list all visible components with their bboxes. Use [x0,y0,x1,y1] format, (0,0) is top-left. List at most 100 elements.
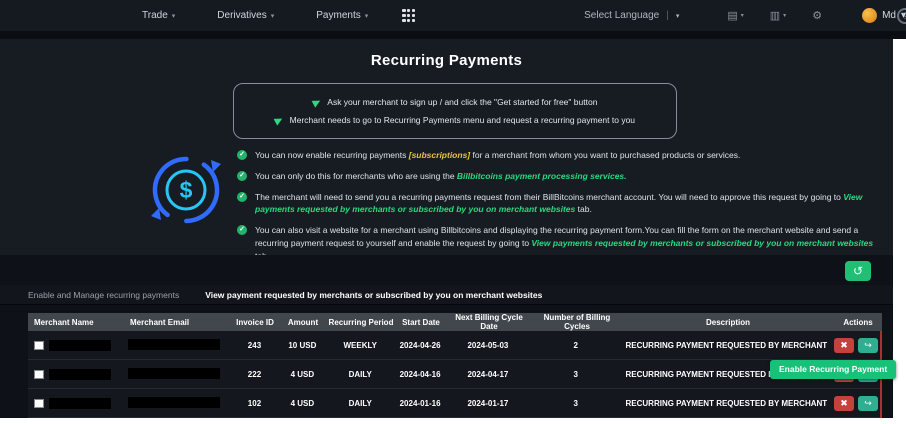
svg-text:$: $ [180,177,193,203]
col-next-billing-cycle: Next Billing Cycle Date [455,313,523,331]
bullet-text: You can only do this for merchants who a… [255,170,627,181]
actions-cell: ✖ ↪ [832,395,880,411]
invoice-id-cell: 102 [247,398,262,408]
chevron-down-icon: ▾ [364,12,369,20]
nav-item-trade[interactable]: Trade ▾ [142,10,175,21]
start-date-cell: 2024-04-16 [399,369,441,379]
chevron-down-icon: ▾ [783,13,787,19]
col-description: Description [705,317,750,327]
enable-recurring-tooltip: Enable Recurring Payment [770,360,897,379]
col-recurring-period: Recurring Period [328,317,394,327]
enable-payment-button[interactable]: ↪ [858,395,879,411]
language-selector[interactable]: Select Language | ▾ [584,10,679,21]
row-checkbox[interactable] [34,398,44,408]
cycles-cell: 2 [573,340,578,350]
chevron-down-icon: ▾ [740,13,744,19]
bullet-text: The merchant will need to send you a rec… [255,191,863,215]
start-date-cell: 2024-01-16 [399,398,441,408]
header-divider [0,31,906,39]
check-icon: ✓ [237,225,247,235]
cycles-cell: 3 [573,369,578,379]
orders-menu[interactable]: ▥ ▾ [770,9,786,22]
row-checkbox[interactable] [34,369,44,379]
settings-button[interactable]: ⚙ [812,9,822,22]
description-cell: RECURRING PAYMENT REQUESTED BY MERCHANT [625,398,828,408]
amount-cell: 10 USD [288,340,317,350]
nav-item-derivatives[interactable]: Derivatives ▾ [217,10,274,21]
period-cell: DAILY [348,369,372,379]
top-nav: Trade ▾ Derivatives ▾ Payments ▾ Select … [0,0,906,31]
user-name: Md [882,10,896,21]
nav-item-label: Trade [142,10,168,21]
list-item: ✓ You can now enable recurring payments … [237,149,887,162]
nav-item-label: Payments [316,10,361,21]
paper-plane-icon: ▶ [272,113,285,127]
cancel-payment-button[interactable]: ✖ [834,395,855,411]
redacted-merchant-email [127,367,220,379]
wallet-icon: ▤ [727,10,738,22]
period-cell: WEEKLY [343,340,377,350]
page-title: Recurring Payments [370,52,523,69]
divider: | [666,10,669,21]
recurring-payments-table: Merchant Name Merchant Email Invoice ID … [28,313,882,418]
step-text: Ask your merchant to sign up / and click… [327,97,598,107]
step-text: Merchant needs to go to Recurring Paymen… [289,115,636,125]
apps-grid-icon[interactable] [402,9,416,22]
table-row: 243 10 USD WEEKLY 2024-04-26 2024-05-03 … [28,331,880,360]
list-item: ✓ The merchant will need to send you a r… [237,191,887,217]
redacted-merchant-email [127,338,220,350]
table-row: 222 4 USD DAILY 2024-04-16 2024-04-17 3 … [28,360,880,389]
table-header-row: Merchant Name Merchant Email Invoice ID … [28,313,882,331]
recurring-dollar-icon: $ [147,151,225,229]
chevron-down-icon: ▾ [171,12,176,20]
col-invoice-id: Invoice ID [236,317,274,327]
nav-item-payments[interactable]: Payments ▾ [316,10,368,21]
tab-bar: Enable and Manage recurring payments Vie… [0,285,893,305]
table-row: 102 4 USD DAILY 2024-01-16 2024-01-17 3 … [28,389,880,418]
cancel-payment-button[interactable]: ✖ [834,337,855,353]
payments-section: ↺ Enable and Manage recurring payments V… [0,255,893,418]
nav-item-label: Derivatives [217,10,267,21]
col-merchant-email: Merchant Email [130,317,190,327]
start-date-cell: 2024-04-26 [399,340,441,350]
period-cell: DAILY [348,398,372,408]
check-icon: ✓ [237,170,247,181]
check-icon: ✓ [237,150,247,160]
help-icon[interactable]: ? [897,8,906,24]
app-window: Trade ▾ Derivatives ▾ Payments ▾ Select … [0,0,906,424]
onboarding-step: ▶ Merchant needs to go to Recurring Paym… [246,113,664,127]
cycles-cell: 3 [573,398,578,408]
tab-view-requested[interactable]: View payment requested by merchants or s… [205,290,542,300]
description-cell: RECURRING PAYMENT REQUESTED BY MERCHANT [625,340,828,350]
paper-plane-icon: ▶ [310,95,323,109]
chevron-down-icon: ▾ [675,12,680,20]
bullet-text: You can now enable recurring payments [s… [255,150,741,160]
onboarding-step: ▶ Ask your merchant to sign up / and cli… [246,95,664,109]
orders-icon: ▥ [769,10,781,22]
col-merchant-name: Merchant Name [34,317,94,327]
col-amount: Amount [287,317,319,327]
next-billing-cell: 2024-05-03 [467,340,509,350]
actions-cell: ✖ ↪ [832,337,880,353]
check-icon: ✓ [237,191,247,202]
redacted-merchant-name [49,368,111,380]
main-panel: Recurring Payments ▶ Ask your merchant t… [0,39,893,418]
avatar[interactable] [862,8,878,23]
amount-cell: 4 USD [290,369,315,379]
col-number-of-cycles: Number of Billing Cycles [543,313,611,331]
col-actions: Actions [843,317,873,327]
redacted-merchant-email [127,396,220,408]
next-billing-cell: 2024-04-17 [467,369,509,379]
refresh-button[interactable]: ↺ [845,261,871,281]
amount-cell: 4 USD [290,398,315,408]
enable-payment-button[interactable]: ↪ [858,337,879,353]
table-body: 243 10 USD WEEKLY 2024-04-26 2024-05-03 … [28,331,882,418]
language-label: Select Language [584,10,660,21]
chevron-down-icon: ▾ [270,12,275,20]
wallet-menu[interactable]: ▤ ▾ [727,9,743,22]
feature-bullet-list: ✓ You can now enable recurring payments … [237,149,887,262]
tab-enable-manage[interactable]: Enable and Manage recurring payments [28,290,179,300]
row-checkbox[interactable] [34,340,44,350]
redacted-merchant-name [49,397,111,409]
col-start-date: Start Date [402,317,440,327]
